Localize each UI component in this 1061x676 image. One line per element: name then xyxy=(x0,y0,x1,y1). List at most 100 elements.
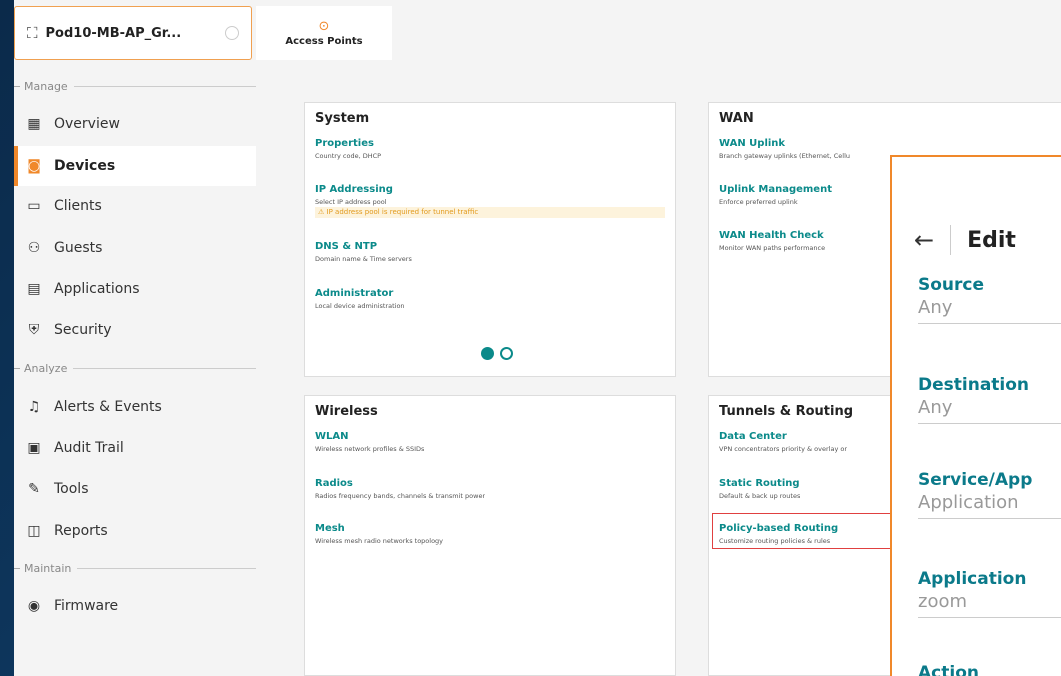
sidebar-item-label: Tools xyxy=(54,481,89,497)
sidebar-item-reports[interactable]: ◫ Reports xyxy=(14,511,256,551)
field-source[interactable]: Source Any xyxy=(918,275,1061,324)
link-radios[interactable]: Radios xyxy=(315,478,353,489)
sidebar-item-label: Firmware xyxy=(54,598,119,614)
edit-rule-panel: ← Edit Source Any Destination Any Servic… xyxy=(890,155,1061,676)
applications-icon: ▤ xyxy=(27,281,41,297)
link-dns-ntp[interactable]: DNS & NTP xyxy=(315,241,377,252)
card-title: System xyxy=(315,111,370,126)
link-desc: Default & back up routes xyxy=(719,492,801,500)
section-label-maintain: Maintain xyxy=(14,560,256,576)
loading-spinner-icon xyxy=(225,26,239,40)
field-label: Action xyxy=(918,663,979,676)
sidebar-item-label: Applications xyxy=(54,281,140,297)
sidebar-item-overview[interactable]: ▦ Overview xyxy=(14,104,256,144)
header-divider xyxy=(950,225,952,255)
field-label: Destination xyxy=(918,375,1030,395)
link-desc: Country code, DHCP xyxy=(315,152,382,160)
access-point-icon: ⊙ xyxy=(318,18,330,34)
sidebar-item-label: Alerts & Events xyxy=(54,399,162,415)
sidebar-item-label: Audit Trail xyxy=(54,440,124,456)
guests-icon: ⚇ xyxy=(27,240,41,256)
sidebar-item-guests[interactable]: ⚇ Guests xyxy=(14,228,256,268)
link-desc: Enforce preferred uplink xyxy=(719,198,798,206)
link-desc: Local device administration xyxy=(315,302,405,310)
group-icon: ⛶ xyxy=(27,24,38,42)
link-desc: Monitor WAN paths performance xyxy=(719,244,826,252)
link-desc: Radios frequency bands, channels & trans… xyxy=(315,492,486,500)
card-system: System Properties Country code, DHCP IP … xyxy=(304,102,676,377)
firmware-icon: ◉ xyxy=(27,598,41,614)
card-wireless: Wireless WLAN Wireless network profiles … xyxy=(304,395,676,676)
clients-icon: ▭ xyxy=(27,198,41,214)
pagination-dots xyxy=(481,347,513,360)
sidebar-item-alerts-events[interactable]: ♫ Alerts & Events xyxy=(14,387,256,427)
link-desc: Branch gateway uplinks (Ethernet, Cellu xyxy=(719,152,850,160)
link-wlan[interactable]: WLAN xyxy=(315,431,349,442)
field-label: Application xyxy=(918,569,1027,589)
card-title: WAN xyxy=(719,111,754,126)
link-administrator[interactable]: Administrator xyxy=(315,288,393,299)
link-mesh[interactable]: Mesh xyxy=(315,523,345,534)
link-desc: Domain name & Time servers xyxy=(315,255,412,263)
back-arrow-icon[interactable]: ← xyxy=(914,226,934,254)
bell-icon: ♫ xyxy=(27,399,41,415)
sidebar-item-label: Devices xyxy=(54,158,116,174)
page-dot-active[interactable] xyxy=(481,347,494,360)
ip-pool-warning: ⚠ IP address pool is required for tunnel… xyxy=(315,207,665,218)
field-value[interactable]: zoom xyxy=(918,591,1061,618)
page-dot[interactable] xyxy=(500,347,513,360)
link-static-routing[interactable]: Static Routing xyxy=(719,478,800,489)
sidebar: ⛶ Pod10-MB-AP_Gr... Manage ▦ Overview ◙ … xyxy=(14,0,256,676)
audit-icon: ▣ xyxy=(27,440,41,456)
shield-icon: ⛨ xyxy=(28,322,40,338)
devices-icon: ◙ xyxy=(27,158,41,174)
field-value[interactable]: Any xyxy=(918,397,1061,424)
field-value[interactable]: Application xyxy=(918,492,1061,519)
sidebar-item-clients[interactable]: ▭ Clients xyxy=(14,186,256,226)
sidebar-item-tools[interactable]: ✎ Tools xyxy=(14,469,256,509)
link-wan-health-check[interactable]: WAN Health Check xyxy=(719,230,824,241)
link-desc: Wireless network profiles & SSIDs xyxy=(315,445,425,453)
reports-icon: ◫ xyxy=(27,523,41,539)
link-data-center[interactable]: Data Center xyxy=(719,431,787,442)
link-properties[interactable]: Properties xyxy=(315,138,374,149)
field-label: Source xyxy=(918,275,985,295)
wrench-icon: ✎ xyxy=(28,481,40,497)
group-selector[interactable]: ⛶ Pod10-MB-AP_Gr... xyxy=(14,6,252,60)
field-service-app[interactable]: Service/App Application xyxy=(918,470,1061,519)
grid-icon: ▦ xyxy=(27,116,41,132)
sidebar-item-label: Security xyxy=(54,322,112,338)
link-desc: VPN concentrators priority & overlay or xyxy=(719,445,848,453)
sidebar-item-applications[interactable]: ▤ Applications xyxy=(14,269,256,309)
link-desc: Wireless mesh radio networks topology xyxy=(315,537,444,545)
card-title: Tunnels & Routing xyxy=(719,404,854,419)
field-value[interactable]: Any xyxy=(918,297,1061,324)
field-destination[interactable]: Destination Any xyxy=(918,375,1061,424)
section-label-manage: Manage xyxy=(14,78,256,94)
sidebar-item-firmware[interactable]: ◉ Firmware xyxy=(14,586,256,626)
sidebar-item-label: Guests xyxy=(54,240,103,256)
field-application[interactable]: Application zoom xyxy=(918,569,1061,618)
sidebar-item-label: Clients xyxy=(54,198,102,214)
field-label: Service/App xyxy=(918,470,1033,490)
link-wan-uplink[interactable]: WAN Uplink xyxy=(719,138,785,149)
link-ip-addressing[interactable]: IP Addressing xyxy=(315,184,393,195)
panel-title: Edit xyxy=(967,227,1016,253)
link-desc: Select IP address pool xyxy=(315,198,387,206)
group-name: Pod10-MB-AP_Gr... xyxy=(45,25,182,41)
link-uplink-management[interactable]: Uplink Management xyxy=(719,184,832,195)
sidebar-item-devices[interactable]: ◙ Devices xyxy=(14,146,256,186)
tab-access-points[interactable]: ⊙ Access Points xyxy=(256,6,392,60)
sidebar-item-label: Reports xyxy=(54,523,108,539)
tab-label: Access Points xyxy=(285,35,363,47)
card-title: Wireless xyxy=(315,404,378,419)
sidebar-item-security[interactable]: ⛨ Security xyxy=(14,310,256,350)
sidebar-item-audit-trail[interactable]: ▣ Audit Trail xyxy=(14,428,256,468)
edit-header: ← Edit xyxy=(914,225,1016,255)
link-policy-based-routing[interactable]: Policy-based Routing xyxy=(719,523,838,534)
warning-icon: ⚠ xyxy=(318,208,325,216)
section-label-analyze: Analyze xyxy=(14,360,256,376)
sidebar-item-label: Overview xyxy=(54,116,120,132)
link-desc: Customize routing policies & rules xyxy=(719,537,831,545)
field-action[interactable]: Action xyxy=(918,663,1061,676)
